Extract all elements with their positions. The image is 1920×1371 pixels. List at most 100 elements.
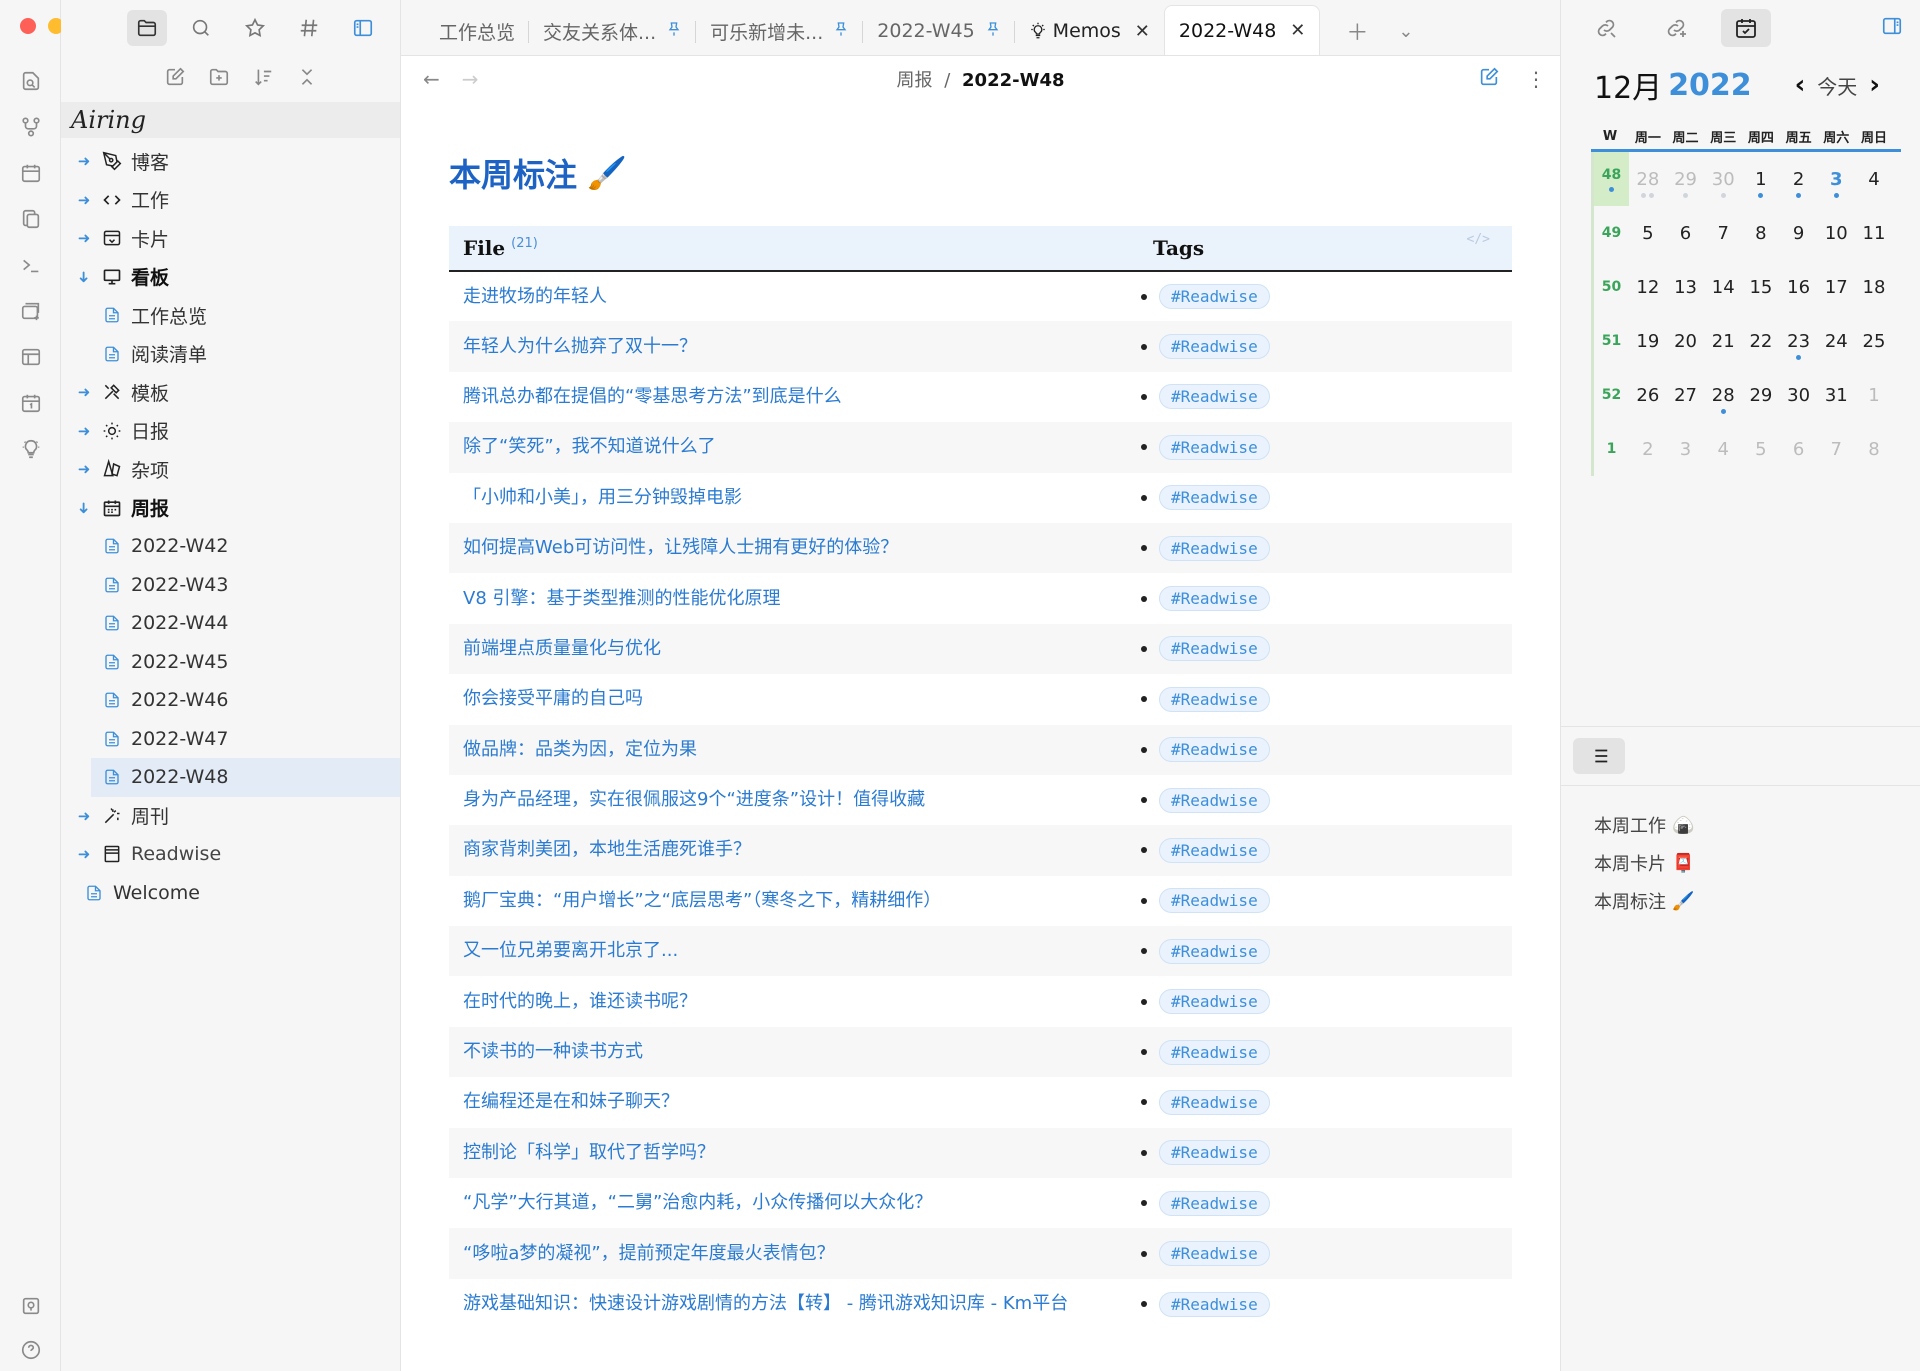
tree-item[interactable]: ➜ Readwise <box>61 835 400 874</box>
collapse-all-icon[interactable] <box>296 66 318 92</box>
file-link[interactable]: 做品牌：品类为因，定位为果 <box>449 725 1139 775</box>
tree-item[interactable]: 2022-W48 <box>91 758 400 797</box>
tree-item[interactable]: ➜ 看板 <box>61 258 400 297</box>
search-icon[interactable] <box>181 10 221 46</box>
tree-item[interactable]: ➜ 杂项 <box>61 450 400 489</box>
calendar-day[interactable]: 20 <box>1667 314 1705 368</box>
list-icon[interactable] <box>1573 738 1625 774</box>
file-link[interactable]: 腾讯总办都在提倡的“零基思考方法”到底是什么 <box>449 372 1139 422</box>
tag-pill[interactable]: #Readwise <box>1159 888 1270 914</box>
new-folder-icon[interactable] <box>208 66 230 92</box>
tab[interactable]: 可乐新增未... <box>696 7 864 55</box>
week-number[interactable]: 1 <box>1591 422 1629 476</box>
calendar-day[interactable]: 15 <box>1742 260 1780 314</box>
calendar-day[interactable]: 22 <box>1742 314 1780 368</box>
tag-pill[interactable]: #Readwise <box>1159 1089 1270 1115</box>
calendar-day[interactable]: 7 <box>1817 422 1855 476</box>
week-number[interactable]: 52 <box>1591 368 1629 422</box>
sort-icon[interactable] <box>252 66 274 92</box>
tree-item[interactable]: ➜ 日报 <box>61 412 400 451</box>
calendar-day[interactable]: 23 <box>1780 314 1818 368</box>
calendar-day[interactable]: 12 <box>1629 260 1667 314</box>
calendar-day[interactable]: 8 <box>1742 206 1780 260</box>
calendar-day[interactable]: 29 <box>1742 368 1780 422</box>
file-link[interactable]: 不读书的一种读书方式 <box>449 1027 1139 1077</box>
calendar-day[interactable]: 9 <box>1780 206 1818 260</box>
calendar-day[interactable]: 17 <box>1817 260 1855 314</box>
prev-month-icon[interactable]: ‹ <box>1795 70 1806 100</box>
outline-item[interactable]: 本周卡片 📮 <box>1594 844 1694 882</box>
folder-icon[interactable] <box>127 10 167 46</box>
more-options-icon[interactable]: ⋮ <box>1526 67 1546 91</box>
tag-pill[interactable]: #Readwise <box>1159 1039 1270 1065</box>
file-link[interactable]: 在时代的晚上，谁还读书呢？ <box>449 976 1139 1026</box>
calendar-day[interactable]: 16 <box>1780 260 1818 314</box>
tab[interactable]: Memos ✕ <box>1015 7 1164 55</box>
breadcrumb-current[interactable]: 2022-W48 <box>962 70 1064 91</box>
next-month-icon[interactable]: › <box>1869 70 1880 100</box>
hashtag-icon[interactable] <box>289 10 329 46</box>
copy-icon[interactable] <box>18 206 44 232</box>
calendar-day[interactable]: 31 <box>1817 368 1855 422</box>
calendar-day[interactable]: 1 <box>1742 152 1780 206</box>
tag-pill[interactable]: #Readwise <box>1159 787 1270 813</box>
chevron-down-icon[interactable]: ➜ <box>75 497 93 519</box>
calendar-day[interactable]: 3 <box>1817 152 1855 206</box>
star-icon[interactable] <box>235 10 275 46</box>
calendar-day[interactable]: 14 <box>1704 260 1742 314</box>
tag-pill[interactable]: #Readwise <box>1159 1241 1270 1267</box>
calendar-day[interactable]: 24 <box>1817 314 1855 368</box>
tag-pill[interactable]: #Readwise <box>1159 535 1270 561</box>
file-link[interactable]: 控制论「科学」取代了哲学吗？ <box>449 1128 1139 1178</box>
forward-arrow-icon[interactable]: → <box>462 67 479 91</box>
calendar-check-icon[interactable] <box>1721 9 1771 47</box>
tag-pill[interactable]: #Readwise <box>1159 1190 1270 1216</box>
outline-item[interactable]: 本周标注 🖌️ <box>1594 882 1694 920</box>
terminal-icon[interactable] <box>18 252 44 278</box>
calendar-day[interactable]: 6 <box>1667 206 1705 260</box>
tab[interactable]: 交友关系体... <box>529 7 697 55</box>
tree-item[interactable]: 2022-W46 <box>61 681 400 720</box>
tag-pill[interactable]: #Readwise <box>1159 334 1270 360</box>
tag-pill[interactable]: #Readwise <box>1159 1291 1270 1317</box>
tag-pill[interactable]: #Readwise <box>1159 837 1270 863</box>
tree-item[interactable]: ➜ 博客 <box>61 142 400 181</box>
tag-pill[interactable]: #Readwise <box>1159 1140 1270 1166</box>
calendar-day[interactable]: 13 <box>1667 260 1705 314</box>
tag-pill[interactable]: #Readwise <box>1159 485 1270 511</box>
tag-pill[interactable]: #Readwise <box>1159 384 1270 410</box>
file-link[interactable]: 年轻人为什么抛弃了双十一？ <box>449 321 1139 371</box>
lightbulb-icon[interactable] <box>18 436 44 462</box>
new-note-icon[interactable] <box>164 66 186 92</box>
code-icon[interactable]: </> <box>1467 232 1490 247</box>
tab[interactable]: 2022-W45 <box>863 7 1015 55</box>
vault-switcher-icon[interactable] <box>18 1293 44 1319</box>
file-link[interactable]: 身为产品经理，实在很佩服这9个“进度条”设计！值得收藏 <box>449 775 1139 825</box>
calendar-day[interactable]: 27 <box>1667 368 1705 422</box>
file-link[interactable]: 如何提高Web可访问性，让残障人士拥有更好的体验？ <box>449 523 1139 573</box>
calendar-day[interactable]: 8 <box>1855 422 1893 476</box>
outline-item[interactable]: 本周工作 🍙 <box>1594 806 1694 844</box>
tree-item[interactable]: 工作总览 <box>61 296 400 335</box>
close-icon[interactable]: ✕ <box>1290 20 1305 41</box>
calendar-day[interactable]: 19 <box>1629 314 1667 368</box>
tree-item[interactable]: 2022-W42 <box>61 527 400 566</box>
file-link[interactable]: 你会接受平庸的自己吗 <box>449 674 1139 724</box>
backlinks-icon[interactable] <box>1581 9 1631 47</box>
help-icon[interactable] <box>18 1337 44 1363</box>
tree-item[interactable]: ➜ 卡片 <box>61 219 400 258</box>
pin-icon[interactable] <box>833 20 849 42</box>
file-link[interactable]: 走进牧场的年轻人 <box>449 271 1139 321</box>
calendar-day[interactable]: 4 <box>1704 422 1742 476</box>
tab[interactable]: 2022-W48 ✕ <box>1163 5 1321 55</box>
tag-pill[interactable]: #Readwise <box>1159 284 1270 310</box>
layout-icon[interactable] <box>18 344 44 370</box>
week-number[interactable]: 48 <box>1591 152 1629 206</box>
chevron-right-icon[interactable]: ➜ <box>73 845 95 863</box>
calendar-day[interactable]: 7 <box>1704 206 1742 260</box>
file-link[interactable]: 「小帅和小美」，用三分钟毁掉电影 <box>449 473 1139 523</box>
chevron-right-icon[interactable]: ➜ <box>73 422 95 440</box>
tree-item[interactable]: ➜ 工作 <box>61 181 400 220</box>
chevron-down-icon[interactable]: ➜ <box>75 266 93 288</box>
column-file-header[interactable]: File (21) <box>449 226 1139 271</box>
